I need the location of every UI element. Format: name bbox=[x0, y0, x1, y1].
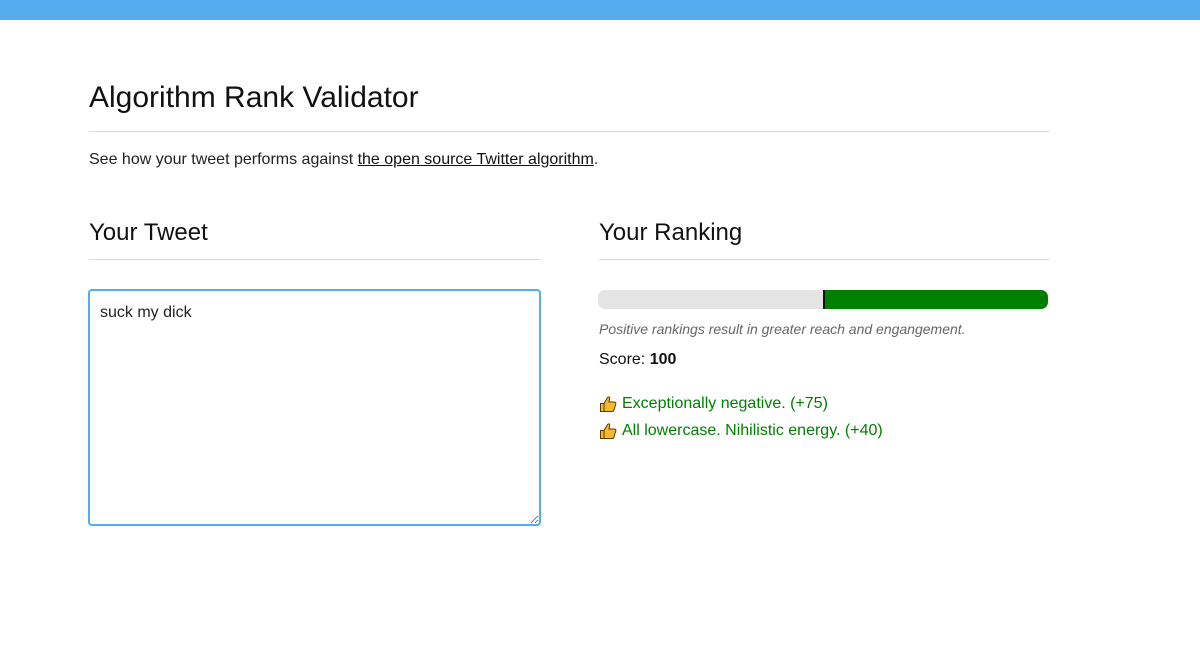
rule-text: All lowercase. Nihilistic energy. (+40) bbox=[622, 421, 883, 439]
your-tweet-heading: Your Tweet bbox=[89, 219, 208, 246]
intro-text: See how your tweet performs against the … bbox=[89, 150, 598, 170]
intro-prefix: See how your tweet performs against bbox=[89, 151, 358, 168]
rule-item: Exceptionally negative. (+75) bbox=[599, 390, 883, 417]
ranking-bar-fill bbox=[823, 290, 1048, 309]
rule-text: Exceptionally negative. (+75) bbox=[622, 394, 828, 412]
score-value: 100 bbox=[649, 351, 677, 368]
score: Score: 100 bbox=[599, 350, 676, 370]
ranking-rules: Exceptionally negative. (+75) All lowerc… bbox=[599, 390, 883, 444]
title-divider bbox=[89, 131, 1050, 132]
intro-suffix: . bbox=[593, 151, 599, 168]
rule-item: All lowercase. Nihilistic energy. (+40) bbox=[599, 417, 883, 444]
score-label: Score: bbox=[599, 351, 650, 368]
top-bar bbox=[0, 0, 1200, 20]
ranking-bar bbox=[598, 290, 1048, 309]
thumbs-up-icon bbox=[600, 422, 617, 439]
tweet-input[interactable]: suck my dick bbox=[88, 289, 541, 526]
ranking-heading-divider bbox=[599, 259, 1050, 260]
tweet-heading-divider bbox=[89, 259, 541, 260]
ranking-caption: Positive rankings result in greater reac… bbox=[599, 321, 966, 337]
algorithm-link[interactable]: the open source Twitter algorithm bbox=[358, 151, 594, 168]
your-ranking-heading: Your Ranking bbox=[599, 219, 743, 246]
page-title: Algorithm Rank Validator bbox=[89, 81, 419, 114]
thumbs-up-icon bbox=[600, 395, 617, 412]
